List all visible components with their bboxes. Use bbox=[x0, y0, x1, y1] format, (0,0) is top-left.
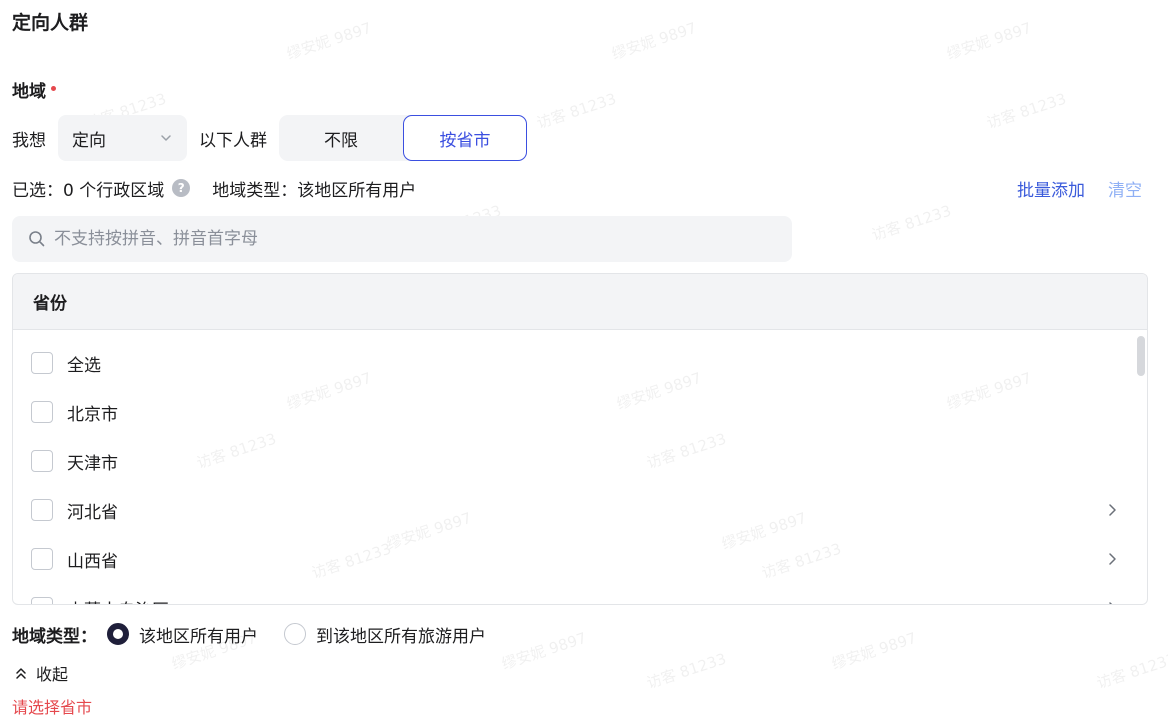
radio-label[interactable]: 该地区所有用户 bbox=[139, 622, 258, 647]
watermark: 访客 81233 bbox=[984, 89, 1069, 133]
error-message: 请选择省市 bbox=[12, 698, 93, 717]
clear-link[interactable]: 清空 bbox=[1108, 176, 1142, 201]
required-indicator bbox=[51, 86, 56, 91]
radio-all-users[interactable] bbox=[107, 623, 129, 645]
chevron-right-icon[interactable] bbox=[1105, 551, 1119, 567]
watermark: 缪安妮 9897 bbox=[944, 18, 1034, 64]
checkbox[interactable] bbox=[31, 352, 53, 374]
checkbox[interactable] bbox=[31, 597, 53, 604]
list-item-label: 北京市 bbox=[67, 404, 118, 425]
region-type-label: 地域类型： bbox=[12, 626, 97, 647]
selected-summary: 已选：0 个行政区域 ? 地域类型：该地区所有用户 bbox=[12, 176, 417, 201]
list-item[interactable]: 天津市 bbox=[31, 446, 1119, 476]
list-item-label: 天津市 bbox=[67, 453, 118, 474]
list-item[interactable]: 山西省 bbox=[31, 544, 1119, 574]
selected-region-type: 地域类型：该地区所有用户 bbox=[212, 180, 417, 201]
target-row: 我想 定向 以下人群 不限 按省市 bbox=[12, 115, 527, 161]
list-item[interactable]: 北京市 bbox=[31, 397, 1119, 427]
chevron-right-icon[interactable] bbox=[1105, 502, 1119, 518]
selected-count: 已选：0 个行政区域 bbox=[12, 180, 165, 201]
region-type-row: 地域类型： 该地区所有用户 到该地区所有旅游用户 bbox=[12, 621, 486, 647]
list-item-label: 全选 bbox=[67, 355, 101, 376]
watermark: 访客 81233 bbox=[869, 201, 954, 245]
radio-label[interactable]: 到该地区所有旅游用户 bbox=[316, 622, 486, 647]
list-item[interactable]: 河北省 bbox=[31, 495, 1119, 525]
search-box bbox=[12, 216, 792, 262]
collapse-label: 收起 bbox=[36, 665, 69, 684]
scrollbar-thumb[interactable] bbox=[1137, 336, 1145, 376]
region-label-text: 地域 bbox=[12, 82, 46, 102]
help-icon[interactable]: ? bbox=[172, 179, 191, 197]
chevron-down-icon bbox=[161, 135, 171, 141]
watermark: 缪安妮 9897 bbox=[609, 18, 699, 64]
target-prefix: 我想 bbox=[12, 130, 46, 151]
list-item[interactable]: 内蒙古自治区 bbox=[31, 593, 1119, 605]
search-icon bbox=[29, 231, 45, 247]
watermark: 访客 81233 bbox=[644, 649, 729, 693]
province-list: 省份 全选 北京市 天津市 河北省 山西省 内蒙古自治区 bbox=[12, 273, 1148, 605]
list-item-select-all[interactable]: 全选 bbox=[31, 348, 1119, 378]
segment-by-province[interactable]: 按省市 bbox=[403, 115, 527, 161]
list-item-label: 山西省 bbox=[67, 551, 118, 572]
radio-tourist-users[interactable] bbox=[284, 623, 306, 645]
segment-unlimited[interactable]: 不限 bbox=[279, 115, 403, 161]
target-mode-value: 定向 bbox=[72, 130, 106, 151]
checkbox[interactable] bbox=[31, 401, 53, 423]
checkbox[interactable] bbox=[31, 548, 53, 570]
list-item-label: 河北省 bbox=[67, 502, 118, 523]
watermark: 缪安妮 9897 bbox=[829, 628, 919, 674]
watermark: 缪安妮 9897 bbox=[499, 628, 589, 674]
target-suffix: 以下人群 bbox=[199, 130, 267, 151]
chevron-right-icon[interactable] bbox=[1105, 600, 1119, 605]
list-header: 省份 bbox=[13, 274, 1147, 330]
batch-add-link[interactable]: 批量添加 bbox=[1017, 176, 1085, 201]
watermark: 访客 81233 bbox=[534, 89, 619, 133]
watermark: 访客 81233 bbox=[1094, 649, 1168, 693]
checkbox[interactable] bbox=[31, 450, 53, 472]
list-body[interactable]: 全选 北京市 天津市 河北省 山西省 内蒙古自治区 bbox=[13, 330, 1147, 605]
checkbox[interactable] bbox=[31, 499, 53, 521]
list-item-label: 内蒙古自治区 bbox=[67, 596, 169, 605]
search-input[interactable] bbox=[54, 229, 754, 249]
watermark: 缪安妮 9897 bbox=[284, 18, 374, 64]
region-label: 地域 bbox=[12, 77, 56, 102]
target-mode-select[interactable]: 定向 bbox=[58, 115, 187, 161]
double-chevron-up-icon bbox=[16, 668, 26, 679]
collapse-toggle[interactable]: 收起 bbox=[14, 661, 68, 685]
region-scope-segmented: 不限 按省市 bbox=[279, 115, 527, 161]
page-title: 定向人群 bbox=[12, 12, 89, 34]
